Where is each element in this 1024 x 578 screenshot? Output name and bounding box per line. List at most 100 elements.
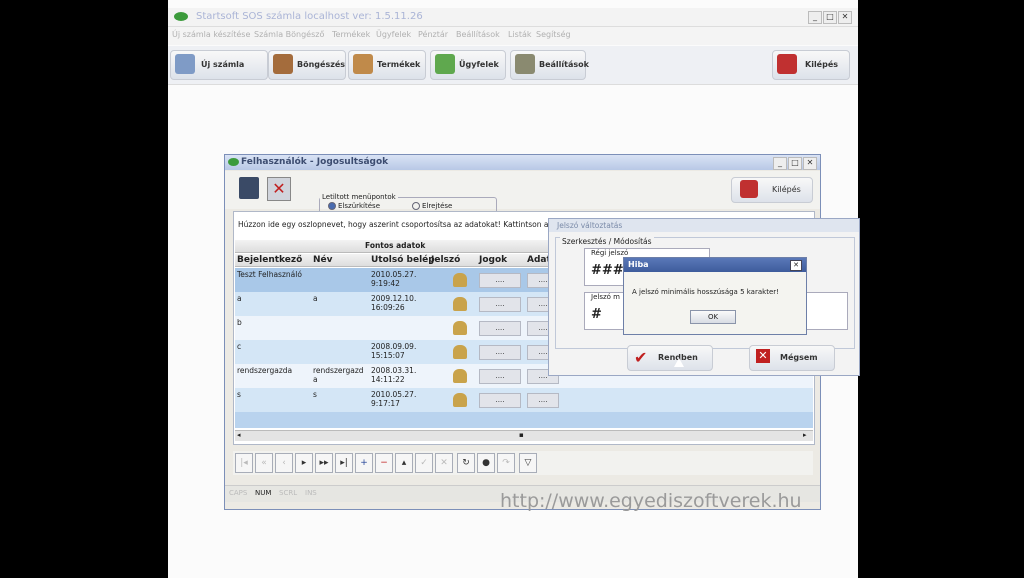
prev-record-button[interactable]: ‹	[275, 453, 293, 473]
col-login[interactable]: Bejelentkező	[237, 255, 302, 265]
key-icon[interactable]	[453, 345, 467, 359]
filter-button[interactable]: ▽	[519, 453, 537, 473]
prev-page-button[interactable]: «	[255, 453, 273, 473]
rights-button[interactable]: ....	[479, 369, 521, 384]
users-minimize-button[interactable]: _	[773, 157, 787, 170]
menu-cashier[interactable]: Pénztár	[418, 30, 448, 39]
menu-settings[interactable]: Beállítások	[456, 30, 500, 39]
record-navigator: |◂ « ‹ ▸ ▸▸ ▸| + − ▴ ✓ ✕ ↻ ● ↷ ▽	[233, 451, 813, 475]
last-record-button[interactable]: ▸|	[335, 453, 353, 473]
book-icon	[273, 54, 293, 74]
close-button[interactable]: ✕	[838, 11, 852, 24]
num-indicator: NUM	[255, 489, 272, 497]
new-invoice-button[interactable]: Új számla	[170, 50, 268, 80]
col-password[interactable]: Jelszó	[431, 255, 460, 265]
ins-indicator: INS	[305, 489, 317, 497]
users-close-button[interactable]: ✕	[803, 157, 817, 170]
key-icon[interactable]	[453, 393, 467, 407]
exit-door-icon	[740, 180, 758, 198]
rights-button[interactable]: ....	[479, 393, 521, 408]
menu-browser[interactable]: Számla Böngésző	[254, 30, 324, 39]
radio-hide[interactable]: Elrejtése	[412, 202, 452, 210]
watermark-url: http://www.egyediszoftverek.hu	[500, 490, 802, 512]
users-toolbar: ✕ Letiltott menüpontok Elszürkítése Elre…	[225, 171, 820, 217]
data-button[interactable]: ....	[527, 393, 559, 408]
app-logo-icon	[174, 12, 188, 21]
edit-group-label: Szerkesztés / Módosítás	[560, 237, 654, 246]
table-row[interactable]: s s 2010.05.27. 9:17:17 .... ....	[235, 388, 813, 412]
horizontal-scrollbar[interactable]: ◂ ▪ ▸	[235, 430, 813, 441]
menu-new-invoice[interactable]: Új számla készítése	[172, 30, 250, 39]
ok-rendben-button[interactable]: ✔ Rendben	[627, 345, 713, 371]
dialog-close-icon[interactable]: ✕	[790, 260, 802, 271]
goto-bookmark-button[interactable]: ↷	[497, 453, 515, 473]
rights-button[interactable]: ....	[479, 321, 521, 336]
password-panel-title: Jelszó változtatás	[549, 219, 859, 232]
rights-button[interactable]: ....	[479, 297, 521, 312]
radio-gray-out[interactable]: Elszürkítése	[328, 202, 380, 210]
col-name[interactable]: Név	[313, 255, 333, 265]
scroll-right-icon[interactable]: ▸	[803, 431, 807, 439]
next-record-button[interactable]: ▸	[295, 453, 313, 473]
refresh-button[interactable]: ↻	[457, 453, 475, 473]
menu-customers[interactable]: Ügyfelek	[376, 30, 411, 39]
scroll-thumb[interactable]: ▪	[519, 431, 524, 439]
products-icon	[353, 54, 373, 74]
customers-button[interactable]: Ügyfelek	[430, 50, 506, 80]
error-dialog-titlebar: Hiba ✕	[624, 258, 806, 272]
caps-indicator: CAPS	[229, 489, 248, 497]
settings-icon	[515, 54, 535, 74]
exit-door-icon	[777, 54, 797, 74]
scroll-indicator: SCRL	[279, 489, 298, 497]
col-last-login[interactable]: Utolsó belép	[371, 255, 435, 265]
customers-icon	[435, 54, 455, 74]
delete-icon[interactable]: ✕	[267, 177, 291, 201]
grid-empty-area	[235, 412, 813, 428]
mouse-cursor-icon	[674, 358, 684, 367]
menu-help[interactable]: Segítség	[536, 30, 571, 39]
first-record-button[interactable]: |◂	[235, 453, 253, 473]
disabled-menus-label: Letiltott menüpontok	[322, 193, 396, 201]
error-dialog: Hiba ✕ A jelszó minimális hosszúsága 5 k…	[623, 257, 807, 335]
post-button[interactable]: ✓	[415, 453, 433, 473]
cancel-megsem-button[interactable]: ✕ Mégsem	[749, 345, 835, 371]
checkmark-icon: ✔	[634, 348, 648, 367]
products-button[interactable]: Termékek	[348, 50, 426, 80]
key-icon[interactable]	[453, 297, 467, 311]
window-logo-icon	[228, 158, 239, 166]
menu-bar: Új számla készítése Számla Böngésző Term…	[168, 27, 858, 45]
key-icon[interactable]	[453, 369, 467, 383]
key-icon[interactable]	[453, 273, 467, 287]
next-page-button[interactable]: ▸▸	[315, 453, 333, 473]
edit-button[interactable]: ▴	[395, 453, 413, 473]
browse-button[interactable]: Böngészés	[268, 50, 346, 80]
bookmark-button[interactable]: ●	[477, 453, 495, 473]
users-window-title: Felhasználók - Jogosultságok	[241, 157, 389, 167]
users-exit-button[interactable]: Kilépés	[731, 177, 813, 203]
maximize-button[interactable]: □	[823, 11, 837, 24]
rights-button[interactable]: ....	[479, 345, 521, 360]
menu-products[interactable]: Termékek	[332, 30, 370, 39]
insert-button[interactable]: +	[355, 453, 373, 473]
error-message: A jelszó minimális hosszúsága 5 karakter…	[632, 288, 779, 296]
scroll-left-icon[interactable]: ◂	[237, 431, 241, 439]
rights-button[interactable]: ....	[479, 273, 521, 288]
key-icon[interactable]	[453, 321, 467, 335]
settings-button[interactable]: Beállítások	[510, 50, 589, 80]
invoice-icon	[175, 54, 195, 74]
users-window-titlebar: Felhasználók - Jogosultságok _ □ ✕	[225, 155, 820, 170]
main-toolbar: Új számla Böngészés Termékek Ügyfelek Be…	[168, 46, 858, 85]
save-icon[interactable]	[239, 177, 259, 199]
col-rights[interactable]: Jogok	[479, 255, 507, 265]
cancel-x-icon: ✕	[756, 349, 770, 363]
dialog-ok-button[interactable]: OK	[690, 310, 736, 324]
users-maximize-button[interactable]: □	[788, 157, 802, 170]
cancel-edit-button[interactable]: ✕	[435, 453, 453, 473]
menu-lists[interactable]: Listák	[508, 30, 532, 39]
exit-button[interactable]: Kilépés	[772, 50, 850, 80]
minimize-button[interactable]: _	[808, 11, 822, 24]
error-dialog-title: Hiba	[628, 260, 649, 269]
app-titlebar: Startsoft SOS számla localhost ver: 1.5.…	[168, 8, 858, 27]
group-hint: Húzzon ide egy oszlopnevet, hogy aszerin…	[238, 220, 549, 229]
delete-button[interactable]: −	[375, 453, 393, 473]
